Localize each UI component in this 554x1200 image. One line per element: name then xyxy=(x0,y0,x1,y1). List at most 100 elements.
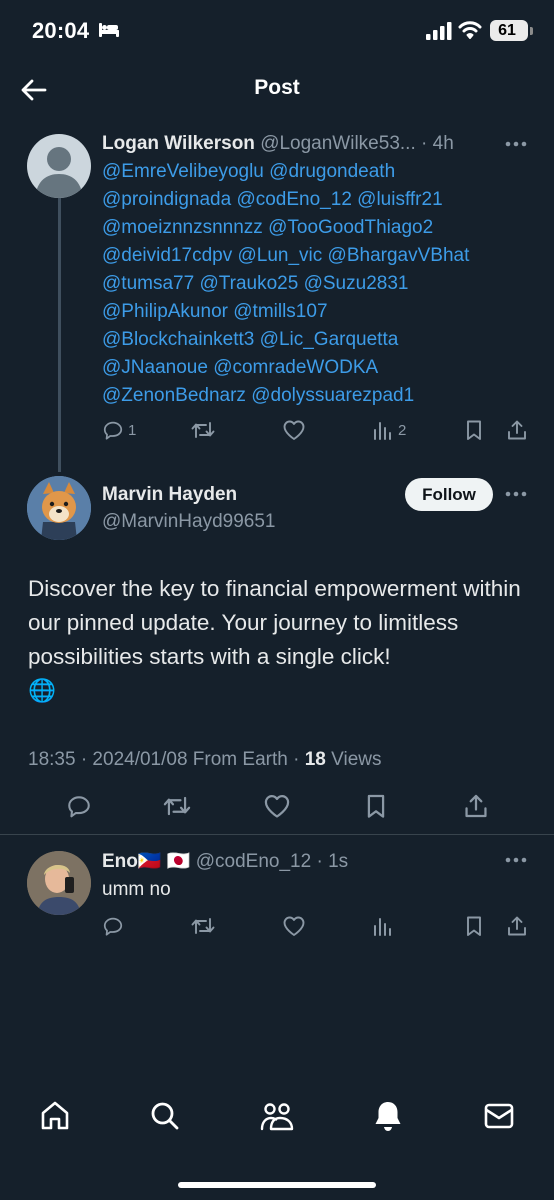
bookmark-button[interactable] xyxy=(364,794,388,818)
nav-communities[interactable] xyxy=(253,1092,301,1140)
views-button[interactable] xyxy=(372,914,394,938)
share-button[interactable] xyxy=(506,418,528,442)
views-icon xyxy=(374,918,391,936)
mention-link[interactable]: @PhilipAkunor xyxy=(102,301,228,322)
mention-link[interactable]: @tmills107 xyxy=(233,301,327,322)
post-body: Discover the key to financial empowermen… xyxy=(28,576,521,669)
like-button[interactable] xyxy=(282,418,306,442)
retweet-icon xyxy=(163,796,191,816)
mention-link[interactable]: @ZenonBednarz xyxy=(102,385,246,406)
retweet-icon xyxy=(191,422,215,438)
mentions-text: @EmreVelibeyoglu @drugondeath @proindign… xyxy=(102,158,532,410)
divider xyxy=(0,834,554,835)
notifications-icon xyxy=(375,1102,401,1131)
mention-line: @tumsa77 @Trauko25 @Suzu2831 xyxy=(102,270,532,298)
bookmark-button[interactable] xyxy=(464,418,484,442)
more-options-icon[interactable] xyxy=(504,140,528,148)
display-name[interactable]: Logan Wilkerson xyxy=(102,133,255,154)
mention-line: @JNaanoue @comradeWODKA xyxy=(102,354,532,382)
retweet-button[interactable] xyxy=(190,914,216,938)
user-photo-avatar-icon xyxy=(27,851,91,915)
mention-line: @EmreVelibeyoglu @drugondeath xyxy=(102,158,532,186)
mention-link[interactable]: @JNaanoue xyxy=(102,357,208,378)
retweet-icon xyxy=(191,918,215,934)
share-icon xyxy=(465,794,487,818)
reply-count: 1 xyxy=(128,421,137,439)
display-name[interactable]: Marvin Hayden xyxy=(102,484,237,505)
mention-link[interactable]: @deivid17cdpv xyxy=(102,245,232,266)
avatar-marvin[interactable] xyxy=(27,476,91,540)
like-button[interactable] xyxy=(263,794,291,818)
reply-button[interactable] xyxy=(102,914,124,938)
follow-button[interactable]: Follow xyxy=(405,478,493,511)
nav-search[interactable] xyxy=(141,1092,189,1140)
avatar-logan[interactable] xyxy=(27,134,91,198)
mention-link[interactable]: @luisffr21 xyxy=(357,189,442,210)
like-icon xyxy=(264,794,290,818)
mention-link[interactable]: @TooGoodThiago2 xyxy=(268,217,433,238)
shiba-avatar-icon xyxy=(27,476,91,540)
views-count: 2 xyxy=(398,421,407,439)
mention-link[interactable]: @tumsa77 xyxy=(102,273,194,294)
handle[interactable]: @MarvinHayd99651 xyxy=(102,511,276,532)
mention-line: @PhilipAkunor @tmills107 xyxy=(102,298,532,326)
bookmark-icon xyxy=(467,916,481,936)
reply-button[interactable] xyxy=(66,794,92,818)
mention-link[interactable]: @Lun_vic xyxy=(237,245,322,266)
share-button[interactable] xyxy=(463,794,489,818)
avatar-eno[interactable] xyxy=(27,851,91,915)
battery-level: 61 xyxy=(498,22,516,39)
nav-notifications[interactable] xyxy=(364,1092,412,1140)
status-bar: 20:04 61 xyxy=(0,0,554,62)
views-button[interactable]: 2 xyxy=(372,418,406,442)
like-icon xyxy=(283,916,305,936)
post-author-name: Marvin Hayden xyxy=(102,484,237,506)
bookmark-icon xyxy=(467,420,481,440)
mention-link[interactable]: @Blockchainkett3 xyxy=(102,329,254,350)
retweet-button[interactable] xyxy=(162,794,192,818)
reply-icon xyxy=(103,917,123,936)
reply-button[interactable]: 1 xyxy=(102,418,136,442)
display-name[interactable]: Eno xyxy=(102,851,138,872)
mention-link[interactable]: @Lic_Garquetta xyxy=(260,329,399,350)
mention-line: @proindignada @codEno_12 @luisffr21 xyxy=(102,186,532,214)
home-indicator xyxy=(178,1182,376,1188)
bookmark-button[interactable] xyxy=(464,914,484,938)
share-button[interactable] xyxy=(506,914,528,938)
reply-icon xyxy=(68,796,90,818)
mention-link[interactable]: @codEno_12 xyxy=(236,189,351,210)
handle[interactable]: @LoganWilke53... xyxy=(260,133,416,154)
flag-emojis: 🇵🇭 🇯🇵 xyxy=(137,851,191,872)
mention-link[interactable]: @Suzu2831 xyxy=(304,273,409,294)
more-options-icon[interactable] xyxy=(504,490,528,498)
post-timestamp: 18:35 · 2024/01/08 From Earth · xyxy=(28,749,305,770)
page-title: Post xyxy=(254,76,300,99)
timestamp: · 4h xyxy=(421,133,454,154)
more-options-icon[interactable] xyxy=(504,856,528,864)
views-label: Views xyxy=(325,749,382,770)
retweet-button[interactable] xyxy=(190,418,216,442)
bookmark-icon xyxy=(367,794,385,818)
cellular-signal-icon xyxy=(426,22,452,40)
mention-line: @ZenonBednarz @dolyssuarezpad1 xyxy=(102,382,532,410)
nav-messages[interactable] xyxy=(475,1092,523,1140)
views-icon xyxy=(374,422,391,440)
search-icon xyxy=(151,1102,179,1130)
post-meta: 18:35 · 2024/01/08 From Earth · 18 Views xyxy=(28,749,381,771)
reply-tweet-actions: 1 2 xyxy=(102,418,532,444)
nav-home[interactable] xyxy=(31,1092,79,1140)
status-time: 20:04 xyxy=(32,18,90,43)
like-button[interactable] xyxy=(282,914,306,938)
mention-link[interactable]: @Trauko25 xyxy=(199,273,298,294)
mention-link[interactable]: @BhargavVBhat xyxy=(328,245,470,266)
mention-link[interactable]: @dolyssuarezpad1 xyxy=(251,385,414,406)
mention-link[interactable]: @moeiznnzsnnnzz xyxy=(102,217,263,238)
mention-link[interactable]: @proindignada xyxy=(102,189,231,210)
views-number: 18 xyxy=(304,749,326,770)
mention-link[interactable]: @drugondeath xyxy=(269,161,395,182)
mention-link[interactable]: @EmreVelibeyoglu xyxy=(102,161,264,182)
default-avatar-icon xyxy=(35,147,83,198)
post-author-handle: @MarvinHayd99651 xyxy=(102,511,276,533)
handle[interactable]: @codEno_12 xyxy=(196,851,311,872)
mention-link[interactable]: @comradeWODKA xyxy=(213,357,378,378)
